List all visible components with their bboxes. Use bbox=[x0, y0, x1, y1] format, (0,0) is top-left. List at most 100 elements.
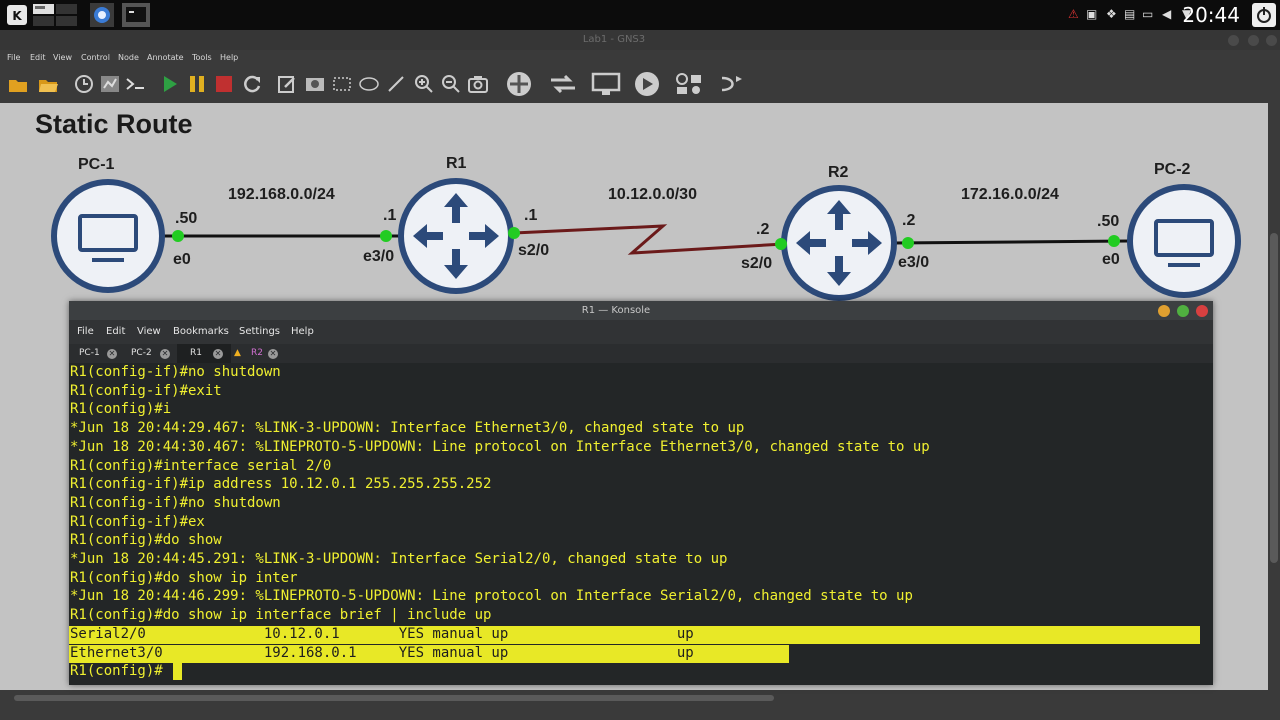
terminal-output[interactable]: R1(config-if)#no shutdown R1(config-if)#… bbox=[69, 363, 1213, 685]
suspend-all-icon[interactable] bbox=[185, 72, 209, 96]
menu-edit[interactable]: Edit bbox=[30, 50, 46, 65]
konsole-window[interactable]: R1 — Konsole File Edit View Bookmarks Se… bbox=[69, 301, 1213, 685]
power-icon[interactable] bbox=[1252, 3, 1276, 27]
pc2-host-label[interactable]: .50 bbox=[1097, 212, 1119, 232]
konsole-title: R1 — Konsole bbox=[581, 305, 651, 316]
screenshot-icon[interactable] bbox=[466, 72, 490, 96]
r1-e-host-label[interactable]: .1 bbox=[383, 206, 396, 226]
r1-e-if-label[interactable]: e3/0 bbox=[363, 247, 394, 267]
konsole-menu-settings[interactable]: Settings bbox=[239, 320, 280, 344]
r1-s-host-label[interactable]: .1 bbox=[524, 206, 537, 226]
browse-switches-icon[interactable] bbox=[547, 72, 579, 96]
tab-pc1[interactable]: PC-1 ✕ bbox=[73, 344, 125, 363]
minimize-button[interactable] bbox=[1158, 305, 1170, 317]
r2-label[interactable]: R2 bbox=[828, 163, 848, 183]
konsole-menu-edit[interactable]: Edit bbox=[106, 320, 125, 344]
desktop-panel: K ⚠ ▣ ❖ ▤ ▭ ◀ ▼ 20:44 bbox=[0, 0, 1280, 30]
port-r2-e3-0 bbox=[902, 237, 914, 249]
konsole-tabbar: PC-1 ✕ PC-2 ✕ R1 ✕ ▲ R2 ✕ bbox=[69, 344, 1213, 363]
link-r2-pc2 bbox=[893, 239, 1129, 245]
pager-icon[interactable] bbox=[33, 3, 77, 27]
konsole-menu-help[interactable]: Help bbox=[291, 320, 314, 344]
pc1-if-label[interactable]: e0 bbox=[173, 250, 191, 270]
add-note-icon[interactable] bbox=[275, 72, 299, 96]
r1-s-if-label[interactable]: s2/0 bbox=[518, 241, 549, 261]
terminal-task-icon[interactable] bbox=[122, 3, 150, 27]
terminal-line: Ethernet3/0 192.168.0.1 YES manual up up bbox=[70, 644, 694, 661]
menu-node[interactable]: Node bbox=[118, 50, 139, 65]
stop-all-icon[interactable] bbox=[212, 72, 236, 96]
minimize-button[interactable] bbox=[1228, 35, 1239, 46]
open-project-icon[interactable] bbox=[36, 72, 60, 96]
browse-all-devices-icon[interactable] bbox=[674, 72, 706, 96]
menu-tools[interactable]: Tools bbox=[192, 50, 212, 65]
tab-r2[interactable]: ▲ R2 ✕ bbox=[231, 344, 283, 363]
zoom-out-icon[interactable] bbox=[439, 72, 463, 96]
menu-view[interactable]: View bbox=[53, 50, 72, 65]
draw-ellipse-icon[interactable] bbox=[357, 72, 381, 96]
browse-routers-icon[interactable] bbox=[504, 72, 536, 96]
r1-label[interactable]: R1 bbox=[446, 154, 466, 174]
add-link-icon[interactable] bbox=[718, 72, 746, 96]
start-all-icon[interactable] bbox=[158, 72, 182, 96]
close-button[interactable] bbox=[1196, 305, 1208, 317]
network-wan-label[interactable]: 10.12.0.0/30 bbox=[608, 185, 697, 205]
reload-all-icon[interactable] bbox=[240, 72, 264, 96]
network-lan2-label[interactable]: 172.16.0.0/24 bbox=[961, 185, 1059, 205]
camera-icon[interactable]: ▣ bbox=[1086, 6, 1097, 22]
snapshot-icon[interactable] bbox=[72, 72, 96, 96]
scroll-thumb[interactable] bbox=[1270, 233, 1278, 563]
konsole-titlebar[interactable]: R1 — Konsole bbox=[69, 301, 1213, 320]
browser-icon[interactable] bbox=[90, 3, 114, 27]
browse-end-devices-icon[interactable] bbox=[590, 72, 622, 96]
zoom-in-icon[interactable] bbox=[412, 72, 436, 96]
draw-rectangle-icon[interactable] bbox=[330, 72, 354, 96]
draw-line-icon[interactable] bbox=[384, 72, 408, 96]
capture-icon[interactable] bbox=[98, 72, 122, 96]
maximize-button[interactable] bbox=[1248, 35, 1259, 46]
pc1-host-label[interactable]: .50 bbox=[175, 209, 197, 229]
menu-help[interactable]: Help bbox=[220, 50, 238, 65]
konsole-menu-bookmarks[interactable]: Bookmarks bbox=[173, 320, 229, 344]
network-icon[interactable]: ▤ bbox=[1124, 6, 1135, 22]
scroll-thumb[interactable] bbox=[14, 695, 774, 701]
terminal-line: *Jun 18 20:44:29.467: %LINK-3-UPDOWN: In… bbox=[70, 420, 745, 437]
terminal-line: R1(config-if)#exit bbox=[70, 382, 222, 399]
r2-s-host-label[interactable]: .2 bbox=[756, 220, 769, 240]
konsole-menu-view[interactable]: View bbox=[137, 320, 161, 344]
close-icon[interactable]: ✕ bbox=[107, 349, 117, 359]
insert-picture-icon[interactable] bbox=[303, 72, 327, 96]
maximize-button[interactable] bbox=[1177, 305, 1189, 317]
konsole-menu-file[interactable]: File bbox=[77, 320, 94, 344]
r2-e-if-label[interactable]: e3/0 bbox=[898, 253, 929, 273]
network-lan1-label[interactable]: 192.168.0.0/24 bbox=[228, 185, 335, 205]
close-icon[interactable]: ✕ bbox=[160, 349, 170, 359]
pc1-label[interactable]: PC-1 bbox=[78, 155, 114, 175]
window-title: Lab1 - GNS3 bbox=[582, 34, 646, 45]
link-r1-r2-serial bbox=[513, 224, 785, 255]
menu-file[interactable]: File bbox=[7, 50, 20, 65]
close-icon[interactable]: ✕ bbox=[213, 349, 223, 359]
browse-security-icon[interactable] bbox=[632, 72, 664, 96]
r2-e-host-label[interactable]: .2 bbox=[902, 211, 915, 231]
diagram-title[interactable]: Static Route bbox=[35, 107, 193, 141]
tab-pc2[interactable]: PC-2 ✕ bbox=[125, 344, 177, 363]
close-icon[interactable]: ✕ bbox=[268, 349, 278, 359]
kde-launcher-icon[interactable]: K bbox=[6, 3, 28, 27]
battery-icon[interactable]: ▭ bbox=[1142, 6, 1153, 22]
menu-control[interactable]: Control bbox=[81, 50, 110, 65]
console-all-icon[interactable] bbox=[124, 72, 148, 96]
canvas-horizontal-scrollbar[interactable] bbox=[0, 690, 1280, 720]
new-project-icon[interactable] bbox=[6, 72, 30, 96]
pc2-label[interactable]: PC-2 bbox=[1154, 160, 1190, 180]
canvas-vertical-scrollbar[interactable] bbox=[1268, 103, 1280, 690]
dropbox-icon[interactable]: ❖ bbox=[1106, 6, 1117, 22]
muted-icon[interactable]: ⚠ bbox=[1068, 6, 1079, 22]
volume-icon[interactable]: ◀ bbox=[1162, 6, 1171, 22]
r2-s-if-label[interactable]: s2/0 bbox=[741, 254, 772, 274]
menu-annotate[interactable]: Annotate bbox=[147, 50, 184, 65]
tab-r1[interactable]: R1 ✕ bbox=[177, 344, 231, 363]
pc2-if-label[interactable]: e0 bbox=[1102, 250, 1120, 270]
close-button[interactable] bbox=[1266, 35, 1277, 46]
clock[interactable]: 20:44 bbox=[1182, 1, 1240, 29]
